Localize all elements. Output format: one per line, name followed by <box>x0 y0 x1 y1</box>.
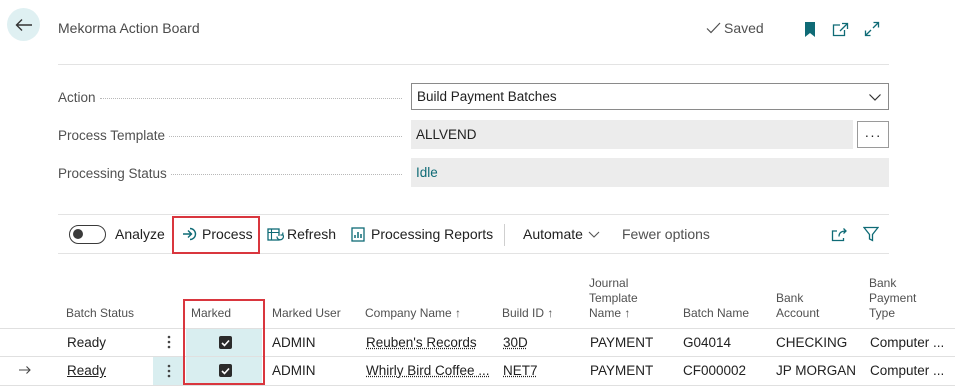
process-button[interactable]: Process <box>182 215 253 253</box>
saved-status: Saved <box>706 20 764 36</box>
checkmark-icon <box>706 22 721 34</box>
action-field-label: Action <box>58 90 408 105</box>
automate-label: Automate <box>523 226 583 242</box>
process-label: Process <box>202 226 253 242</box>
processing-reports-button[interactable]: Processing Reports <box>351 215 493 253</box>
analyze-toggle[interactable]: Analyze <box>69 215 165 253</box>
company-name-header-label: Company Name <box>365 306 452 320</box>
col-header-journal-template-name[interactable]: Journal Template Name ↑ <box>589 276 638 321</box>
sort-ascending-icon: ↑ <box>547 306 554 320</box>
processing-reports-label: Processing Reports <box>371 226 494 242</box>
chevron-down-icon <box>869 94 881 101</box>
bank-account-header-line-1: Bank <box>776 291 804 305</box>
batch-name-cell: CF000002 <box>683 363 747 378</box>
bank-payment-type-header-line-1: Bank <box>869 276 897 290</box>
refresh-label: Refresh <box>287 226 337 242</box>
toolbar-separator <box>504 224 505 246</box>
build-id-cell[interactable]: 30D <box>503 335 528 350</box>
analyze-label: Analyze <box>115 226 165 242</box>
fewer-options-button[interactable]: Fewer options <box>622 215 710 253</box>
table-row-divider <box>0 356 955 357</box>
sort-ascending-icon: ↑ <box>455 306 462 320</box>
bank-account-header-line-2: Account <box>776 306 820 320</box>
row-actions-button[interactable] <box>158 330 180 354</box>
report-icon <box>351 226 365 242</box>
refresh-icon <box>267 227 284 241</box>
action-value: Build Payment Batches <box>417 89 557 104</box>
bookmark-icon[interactable] <box>800 19 820 39</box>
bank-payment-type-cell: Computer ... <box>870 363 945 378</box>
col-header-marked[interactable]: Marked <box>191 306 231 321</box>
marked-user-cell: ADMIN <box>272 335 316 350</box>
refresh-button[interactable]: Refresh <box>267 215 336 253</box>
process-template-value: ALLVEND <box>416 127 477 142</box>
batch-status-cell[interactable]: Ready <box>67 335 106 350</box>
process-template-label: Process Template <box>58 128 166 143</box>
sort-ascending-icon: ↑ <box>624 306 631 320</box>
arrow-left-icon <box>15 18 32 31</box>
current-row-arrow-icon <box>18 363 32 378</box>
table-row-divider <box>0 385 955 386</box>
checkmark-icon <box>221 339 230 347</box>
action-toolbar: Analyze Process Refresh Processing Repor… <box>58 214 889 254</box>
bank-payment-type-header-line-3: Type <box>869 306 896 320</box>
bank-account-cell: CHECKING <box>776 335 848 350</box>
company-name-cell[interactable]: Whirly Bird Coffee ... <box>366 363 494 378</box>
checkmark-icon <box>221 367 230 375</box>
bank-account-cell: JP MORGAN <box>776 363 857 378</box>
col-header-bank-payment-type[interactable]: Bank Payment Type <box>869 276 916 321</box>
bank-payment-type-header-line-2: Payment <box>869 291 917 305</box>
col-header-company-name[interactable]: Company Name ↑ <box>365 306 461 321</box>
back-button[interactable] <box>7 8 40 41</box>
journal-template-header-line-2: Template <box>589 291 638 305</box>
marked-checkbox[interactable] <box>219 336 232 349</box>
fewer-options-label: Fewer options <box>622 226 710 242</box>
marked-user-cell: ADMIN <box>272 363 316 378</box>
processing-status-field: Idle <box>411 158 889 187</box>
header-divider <box>58 64 889 65</box>
filter-button[interactable] <box>863 215 879 253</box>
more-options-icon: ··· <box>864 126 882 143</box>
page-title: Mekorma Action Board <box>58 20 200 36</box>
chevron-down-icon <box>588 231 600 238</box>
col-header-build-id[interactable]: Build ID ↑ <box>502 306 553 321</box>
col-header-batch-status[interactable]: Batch Status <box>66 306 134 321</box>
process-icon <box>183 227 197 241</box>
processing-status-value: Idle <box>416 165 438 180</box>
batch-status-cell[interactable]: Ready <box>67 363 106 378</box>
row-actions-button[interactable] <box>158 359 180 383</box>
process-template-field[interactable]: ALLVEND <box>411 120 853 149</box>
batch-name-cell: G04014 <box>683 335 732 350</box>
open-new-window-icon[interactable] <box>830 19 850 39</box>
filter-icon <box>863 226 879 242</box>
col-header-marked-user[interactable]: Marked User <box>272 306 341 321</box>
table-row-divider <box>0 328 955 329</box>
processing-status-label: Processing Status <box>58 166 167 181</box>
share-icon <box>831 227 847 241</box>
automate-menu[interactable]: Automate <box>523 215 600 253</box>
kebab-menu-icon <box>167 335 171 349</box>
journal-template-header-line-1: Journal <box>589 276 629 290</box>
journal-template-cell: PAYMENT <box>590 363 654 378</box>
share-button[interactable] <box>831 215 848 253</box>
kebab-menu-icon <box>167 364 171 378</box>
action-select[interactable]: Build Payment Batches <box>411 83 889 110</box>
expand-icon[interactable] <box>862 19 882 39</box>
marked-checkbox[interactable] <box>219 364 232 377</box>
saved-label: Saved <box>724 20 764 36</box>
col-header-bank-account[interactable]: Bank Account <box>776 291 819 321</box>
process-template-field-label: Process Template <box>58 128 408 143</box>
journal-template-cell: PAYMENT <box>590 335 654 350</box>
processing-status-field-label: Processing Status <box>58 166 408 181</box>
toggle-switch-icon <box>69 224 106 244</box>
process-template-lookup-button[interactable]: ··· <box>857 121 889 148</box>
bank-payment-type-cell: Computer ... <box>870 335 945 350</box>
col-header-batch-name[interactable]: Batch Name <box>683 306 749 321</box>
journal-template-header-line-3: Name <box>589 306 622 320</box>
build-id-header-label: Build ID <box>502 306 545 320</box>
company-name-cell[interactable]: Reuben's Records <box>366 335 494 350</box>
build-id-cell[interactable]: NET7 <box>503 363 538 378</box>
action-label: Action <box>58 90 96 105</box>
